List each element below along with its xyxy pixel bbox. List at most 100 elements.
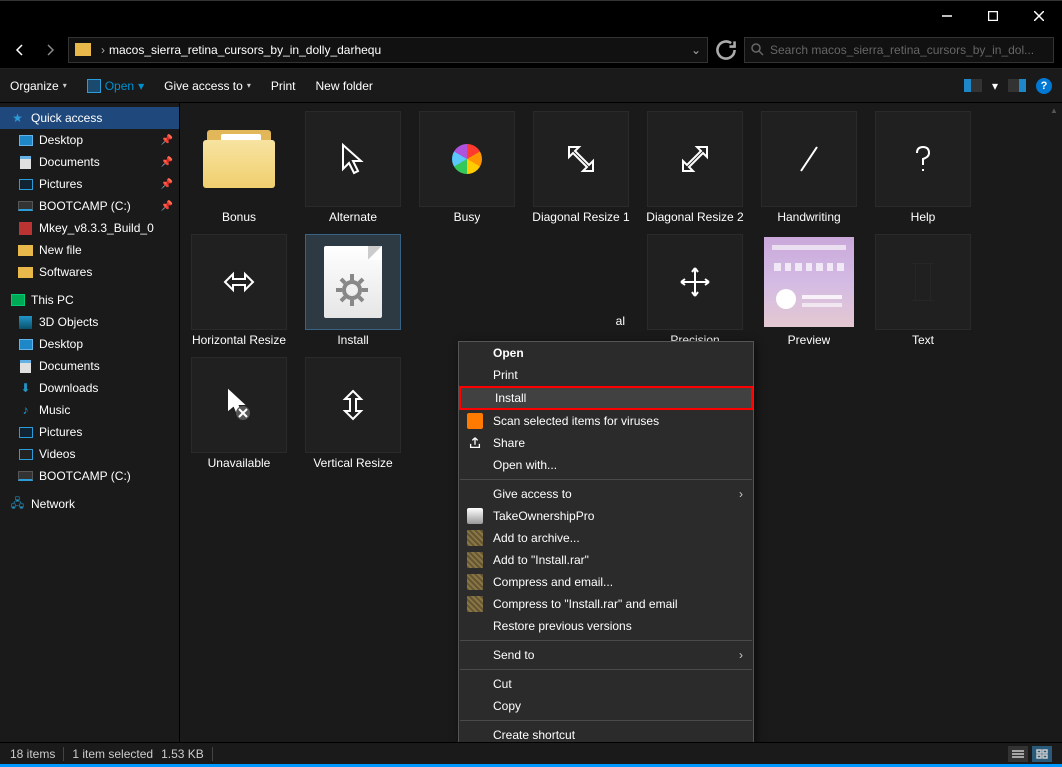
ctx-share[interactable]: Share (459, 432, 753, 454)
file-tile-diag1[interactable]: Diagonal Resize 1 (528, 111, 634, 224)
ctx-sendto[interactable]: Send to› (459, 644, 753, 666)
avast-icon (467, 413, 483, 429)
status-bar: 18 items 1 item selected 1.53 KB (0, 742, 1062, 764)
file-tile-bonus[interactable]: Bonus (186, 111, 292, 224)
h-resize-icon (219, 262, 259, 302)
sidebar-item-desktop[interactable]: Desktop📌 (0, 129, 179, 151)
file-tile-alternate[interactable]: Alternate (300, 111, 406, 224)
ctx-give-access[interactable]: Give access to› (459, 483, 753, 505)
toolbar: Organize▾ Open▾ Give access to▾ Print Ne… (0, 69, 1062, 103)
rar-icon (467, 552, 483, 568)
titlebar (0, 1, 1062, 31)
ctx-install[interactable]: Install (459, 386, 753, 410)
sidebar-item-videos[interactable]: Videos (0, 443, 179, 465)
file-tile-vert[interactable]: Vertical Resize (300, 357, 406, 470)
sidebar-item-pictures[interactable]: Pictures📌 (0, 173, 179, 195)
chevron-down-icon[interactable]: ⌄ (691, 43, 701, 57)
view-chevron[interactable]: ▾ (992, 79, 998, 93)
file-tile-handwriting[interactable]: Handwriting (756, 111, 862, 224)
desktop-icon (19, 135, 33, 146)
search-input[interactable]: Search macos_sierra_retina_cursors_by_in… (744, 37, 1054, 63)
sidebar-item-mkey[interactable]: Mkey_v8.3.3_Build_0 (0, 217, 179, 239)
file-tile-horiz[interactable]: Horizontal Resize (186, 234, 292, 347)
desktop-icon (19, 339, 33, 350)
ctx-scan[interactable]: Scan selected items for viruses (459, 410, 753, 432)
sidebar-item-network[interactable]: 🖧Network (0, 493, 179, 515)
ctx-addarchive[interactable]: Add to archive... (459, 527, 753, 549)
pin-icon: 📌 (161, 201, 173, 212)
help-button[interactable]: ? (1036, 78, 1052, 94)
open-button[interactable]: Open▾ (87, 79, 144, 93)
sidebar-item-pictures2[interactable]: Pictures (0, 421, 179, 443)
forward-button[interactable] (38, 38, 62, 62)
maximize-button[interactable] (970, 1, 1016, 31)
sidebar-item-this-pc[interactable]: This PC (0, 289, 179, 311)
pin-icon: 📌 (161, 179, 173, 190)
sidebar-item-downloads[interactable]: ⬇Downloads (0, 377, 179, 399)
ctx-addrar[interactable]: Add to "Install.rar" (459, 549, 753, 571)
network-icon: 🖧 (10, 498, 25, 511)
minimize-button[interactable] (924, 1, 970, 31)
ctx-copy[interactable]: Copy (459, 695, 753, 717)
sidebar-item-desktop2[interactable]: Desktop (0, 333, 179, 355)
ctx-takeownership[interactable]: TakeOwnershipPro (459, 505, 753, 527)
address-bar[interactable]: › macos_sierra_retina_cursors_by_in_doll… (68, 37, 708, 63)
navbar: › macos_sierra_retina_cursors_by_in_doll… (0, 31, 1062, 69)
preview-pane-button[interactable] (1008, 79, 1026, 92)
ctx-shortcut[interactable]: Create shortcut (459, 724, 753, 742)
breadcrumb[interactable]: macos_sierra_retina_cursors_by_in_dolly_… (109, 43, 381, 57)
close-button[interactable] (1016, 1, 1062, 31)
file-tile-unavailable[interactable]: Unavailable (186, 357, 292, 470)
sidebar-item-bootcamp2[interactable]: BOOTCAMP (C:) (0, 465, 179, 487)
file-tile-busy[interactable]: Busy (414, 111, 520, 224)
sidebar-item-bootcamp[interactable]: BOOTCAMP (C:)📌 (0, 195, 179, 217)
unavailable-cursor-icon (219, 385, 259, 425)
v-resize-icon (333, 385, 373, 425)
status-item-count: 18 items (10, 747, 55, 761)
ctx-openwith[interactable]: Open with... (459, 454, 753, 476)
file-tile-diag2[interactable]: Diagonal Resize 2 (642, 111, 748, 224)
share-icon (467, 435, 483, 451)
pc-icon (11, 294, 25, 306)
sidebar-item-documents[interactable]: Documents📌 (0, 151, 179, 173)
give-access-menu[interactable]: Give access to▾ (164, 79, 251, 93)
chevron-right-icon: › (739, 648, 743, 662)
documents-icon (20, 360, 31, 373)
ctx-open[interactable]: Open (459, 342, 753, 364)
ctx-compressemail[interactable]: Compress and email... (459, 571, 753, 593)
pictures-icon (19, 427, 33, 438)
ctx-restore[interactable]: Restore previous versions (459, 615, 753, 637)
file-tile-preview[interactable]: Preview (756, 234, 862, 347)
print-button[interactable]: Print (271, 79, 296, 93)
scroll-up-button[interactable]: ▲ (1046, 103, 1062, 117)
sidebar-item-3d[interactable]: 3D Objects (0, 311, 179, 333)
view-toggle-1[interactable] (964, 79, 982, 92)
sidebar-item-quick-access[interactable]: ★Quick access (0, 107, 179, 129)
pin-icon: 📌 (161, 157, 173, 168)
folder-icon (18, 245, 33, 256)
sidebar-item-newfile[interactable]: New file (0, 239, 179, 261)
file-tile-help[interactable]: Help (870, 111, 976, 224)
sidebar-item-music[interactable]: ♪Music (0, 399, 179, 421)
videos-icon (19, 449, 33, 460)
ctx-compressrar[interactable]: Compress to "Install.rar" and email (459, 593, 753, 615)
file-view[interactable]: ▲ Bonus Alternate Busy Diagonal Resize 1… (180, 103, 1062, 742)
refresh-button[interactable] (714, 38, 738, 62)
file-tile-text[interactable]: Text (870, 234, 976, 347)
sidebar-item-documents2[interactable]: Documents (0, 355, 179, 377)
rar-icon (467, 530, 483, 546)
details-view-button[interactable] (1008, 746, 1028, 762)
new-folder-button[interactable]: New folder (316, 79, 373, 93)
organize-menu[interactable]: Organize▾ (10, 79, 67, 93)
takeownership-icon (467, 508, 483, 524)
documents-icon (20, 156, 31, 169)
file-tile-install[interactable]: Install (300, 234, 406, 347)
ctx-cut[interactable]: Cut (459, 673, 753, 695)
music-icon: ♪ (18, 404, 33, 417)
back-button[interactable] (8, 38, 32, 62)
file-tile-precision[interactable]: Precision (642, 234, 748, 347)
ctx-print[interactable]: Print (459, 364, 753, 386)
thumbnails-view-button[interactable] (1032, 746, 1052, 762)
sidebar-item-softwares[interactable]: Softwares (0, 261, 179, 283)
chevron-right-icon: › (739, 487, 743, 501)
